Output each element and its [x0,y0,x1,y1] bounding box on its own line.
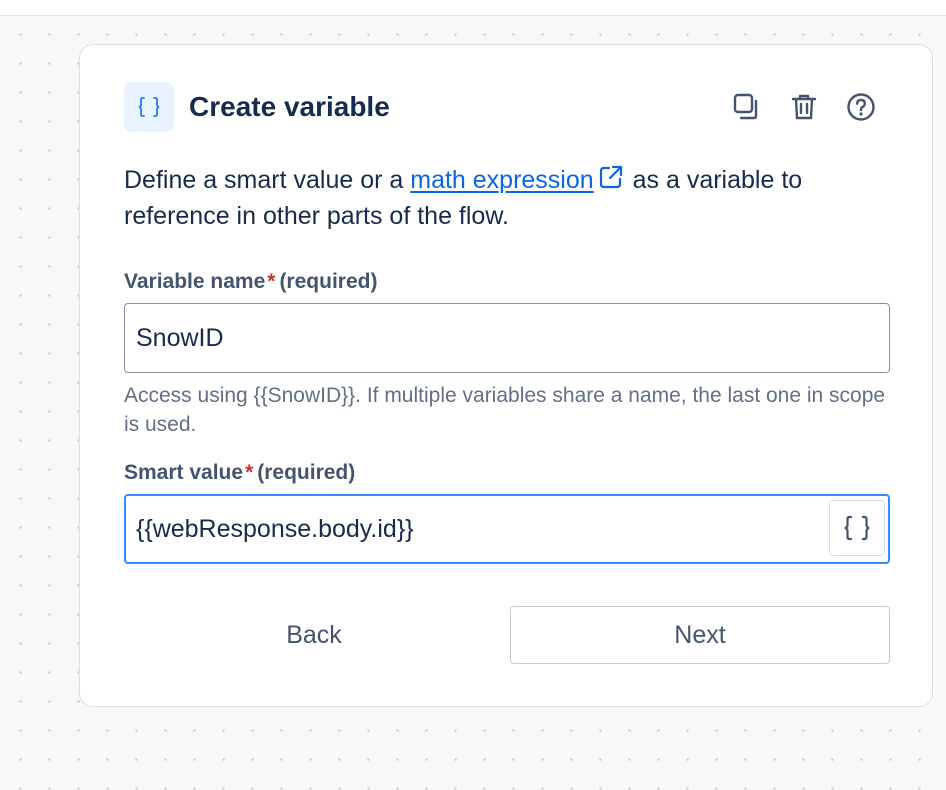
variable-name-input[interactable] [124,303,890,373]
external-link-icon[interactable] [598,164,624,190]
back-button[interactable]: Back [124,606,504,664]
panel-title: Create variable [189,91,390,122]
duplicate-icon [733,93,758,120]
required-text: (required) [257,461,356,484]
description-text-start: Define a smart value or a [124,166,411,194]
panel-description: Define a smart value or a math expressio… [124,162,890,234]
create-variable-panel: Create variable Define a smart value or [79,44,933,707]
required-asterisk: * [267,270,276,293]
variable-name-label-text: Variable name [124,270,266,293]
curly-braces-icon [844,515,870,541]
help-button[interactable] [842,88,880,126]
trash-icon [791,94,817,120]
smart-value-label: Smart value* (required) [124,460,355,486]
variable-name-helper-text: Access using {{SnowID}}. If multiple var… [124,384,886,436]
duplicate-button[interactable] [728,88,766,126]
panel-header: Create variable [124,82,890,132]
insert-smart-value-button[interactable] [829,500,885,556]
delete-button[interactable] [785,88,823,126]
smart-value-input[interactable] [124,494,890,564]
curly-braces-icon [124,82,174,132]
smart-value-label-text: Smart value [124,461,244,484]
help-icon [847,93,875,121]
required-asterisk: * [245,461,254,484]
math-expression-link-text: math expression [410,166,594,194]
canvas-top-bar [0,0,946,16]
math-expression-link[interactable]: math expression [410,166,593,194]
next-button[interactable]: Next [510,606,890,664]
required-text: (required) [279,270,378,293]
variable-name-label: Variable name* (required) [124,269,377,295]
